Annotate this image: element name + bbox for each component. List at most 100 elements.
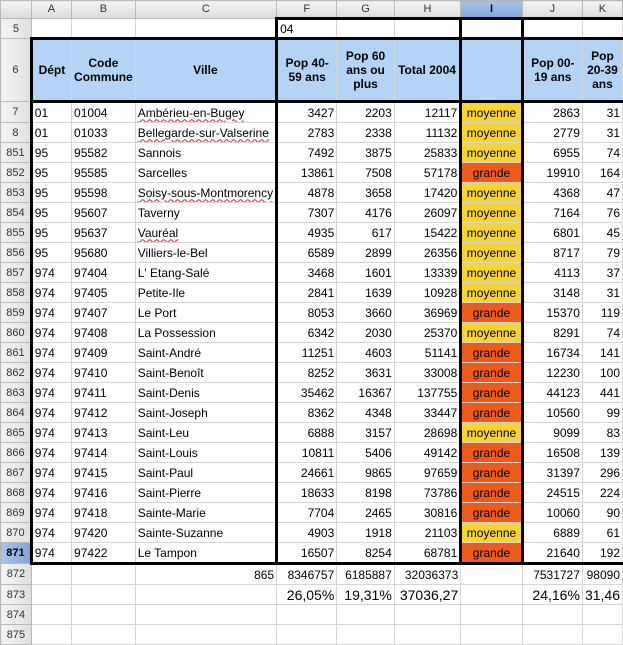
cell[interactable] — [460, 604, 523, 625]
cell-ville[interactable]: Soisy-sous-Montmorency — [134, 182, 279, 203]
cell-dept[interactable]: 974 — [29, 502, 73, 523]
cell-total-2004[interactable]: 10928 — [393, 282, 463, 303]
cell-ville[interactable]: Saint-Benoît — [134, 362, 279, 383]
cell-pop-20-39[interactable]: 192 — [581, 542, 623, 565]
header-total-2004[interactable]: Total 2004 — [393, 37, 463, 103]
select-all-corner[interactable] — [0, 0, 32, 19]
cell-category[interactable]: moyenne — [460, 101, 524, 123]
cell-pop-40-59[interactable]: 24661 — [276, 462, 338, 483]
cell-total-2004[interactable]: 26097 — [393, 202, 463, 223]
cell-category[interactable]: grande — [460, 302, 524, 323]
cell-category[interactable]: grande — [460, 502, 524, 523]
cell-category[interactable]: grande — [460, 402, 524, 423]
cell-ville[interactable]: Saint-Louis — [134, 442, 279, 463]
cell[interactable] — [460, 584, 523, 605]
cell-total-2004[interactable]: 26356 — [393, 242, 463, 263]
cell-pop-40-59[interactable]: 2783 — [276, 122, 338, 143]
cell-total-2004[interactable]: 13339 — [393, 262, 463, 283]
cell-dept[interactable]: 974 — [29, 462, 73, 483]
cell-pop-60[interactable]: 1918 — [336, 522, 395, 543]
header-dept[interactable]: Dépt — [29, 37, 73, 103]
cell[interactable] — [581, 17, 623, 40]
cell-dept[interactable]: 974 — [29, 302, 73, 323]
cell[interactable] — [30, 584, 73, 605]
cell-pop-00-19[interactable]: 24515 — [520, 482, 583, 503]
header-pop-40-59[interactable]: Pop 40-59 ans — [276, 37, 338, 103]
row-header[interactable]: 863 — [0, 382, 32, 403]
cell-dept[interactable]: 974 — [29, 282, 73, 303]
row-header[interactable]: 852 — [0, 162, 32, 183]
cell-pop-60[interactable]: 8254 — [336, 542, 395, 565]
row-header[interactable]: 864 — [0, 402, 32, 423]
cell-pop-40-59[interactable]: 3427 — [276, 101, 338, 123]
cell-pop-20-39[interactable]: 100 — [581, 362, 623, 383]
cell-dept[interactable]: 974 — [29, 342, 73, 363]
cell-total-2004[interactable]: 12117 — [393, 101, 463, 123]
cell-total-2004[interactable]: 97659 — [393, 462, 463, 483]
cell[interactable] — [71, 584, 136, 605]
row-header[interactable]: 861 — [0, 342, 32, 363]
cell-total-2004[interactable]: 25833 — [393, 142, 463, 163]
cell-code-commune[interactable]: 01033 — [71, 122, 136, 143]
cell-sum-pop-00-19[interactable]: 7531727 — [521, 563, 583, 585]
cell-pop-40-59[interactable]: 6342 — [276, 322, 338, 343]
cell[interactable] — [460, 563, 523, 585]
cell-pop-60[interactable]: 2030 — [336, 322, 395, 343]
cell-total-2004[interactable]: 25370 — [393, 322, 463, 343]
cell-category[interactable]: moyenne — [460, 422, 524, 443]
cell-total-2004[interactable]: 15422 — [393, 222, 463, 243]
row-header[interactable]: 856 — [0, 242, 32, 263]
cell-pop-20-39[interactable]: 99 — [581, 402, 623, 423]
cell-pop-40-59[interactable]: 10811 — [276, 442, 338, 463]
cell-ville[interactable]: Villiers-le-Bel — [134, 242, 279, 263]
cell-pct-pop-20-39[interactable]: 31,46 — [581, 584, 623, 605]
row-header[interactable]: 862 — [0, 362, 32, 383]
cell-pop-20-39[interactable]: 141 — [581, 342, 623, 363]
cell-pct-pop-00-19[interactable]: 24,16% — [521, 584, 583, 605]
cell-ville[interactable]: Vauréal — [134, 222, 279, 243]
cell-pop-00-19[interactable]: 6801 — [520, 222, 583, 243]
cell-pop-40-59[interactable]: 7492 — [276, 142, 338, 163]
cell-ville[interactable]: Sannois — [134, 142, 279, 163]
row-header[interactable]: 8 — [0, 122, 32, 143]
cell-ville[interactable]: Sarcelles — [134, 162, 279, 183]
cell-code-commune[interactable]: 97416 — [71, 482, 136, 503]
cell-ville[interactable]: Saint-Leu — [134, 422, 279, 443]
cell-ville[interactable]: Bellegarde-sur-Valserine — [134, 122, 279, 143]
cell[interactable] — [30, 18, 73, 39]
cell-code-commune[interactable]: 97408 — [71, 322, 136, 343]
column-header-f[interactable]: F — [276, 0, 338, 19]
cell-pop-00-19[interactable]: 19910 — [520, 162, 583, 183]
cell-pop-00-19[interactable]: 2779 — [520, 122, 583, 143]
cell-pop-60[interactable]: 2338 — [336, 122, 395, 143]
cell-ville[interactable]: Saint-Paul — [134, 462, 279, 483]
cell-pop-60[interactable]: 16367 — [336, 382, 395, 403]
cell-total-2004[interactable]: 33008 — [393, 362, 463, 383]
cell-pop-40-59[interactable]: 8252 — [276, 362, 338, 383]
cell-pop-40-59[interactable]: 6888 — [276, 422, 338, 443]
cell-pop-00-19[interactable]: 31397 — [520, 462, 583, 483]
cell[interactable] — [336, 624, 395, 645]
cell-category[interactable]: moyenne — [460, 282, 524, 303]
cell-pop-40-59[interactable]: 8053 — [276, 302, 338, 323]
header-category[interactable] — [460, 37, 524, 103]
cell-category[interactable]: moyenne — [460, 122, 524, 143]
cell-category[interactable]: grande — [460, 482, 524, 503]
cell[interactable] — [276, 624, 338, 645]
cell-pct-pop-60[interactable]: 19,31% — [336, 584, 395, 605]
cell-category[interactable]: grande — [460, 162, 524, 183]
cell-total-2004[interactable]: 33447 — [393, 402, 463, 423]
cell-pop-60[interactable]: 3660 — [336, 302, 395, 323]
cell-pop-20-39[interactable]: 441 — [581, 382, 623, 403]
column-header-k[interactable]: K — [581, 0, 623, 19]
cell-pct-pop-40-59[interactable]: 26,05% — [276, 584, 338, 605]
cell-dept[interactable]: 974 — [29, 542, 73, 565]
cell-pop-60[interactable]: 3875 — [336, 142, 395, 163]
cell-pop-60[interactable]: 3631 — [336, 362, 395, 383]
header-pop-60[interactable]: Pop 60 ans ou plus — [336, 37, 395, 103]
cell-pop-00-19[interactable]: 7164 — [520, 202, 583, 223]
cell-pop-20-39[interactable]: 76 — [581, 202, 623, 223]
cell-ville[interactable]: Saint-Denis — [134, 382, 279, 403]
cell-code-commune[interactable]: 97404 — [71, 262, 136, 283]
column-header-j[interactable]: J — [521, 0, 583, 19]
